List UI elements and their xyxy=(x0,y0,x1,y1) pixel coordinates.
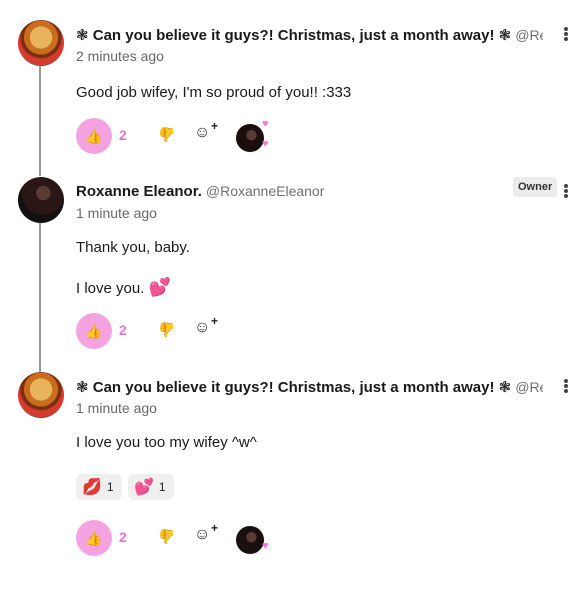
thumbs-down-icon[interactable]: 👍 xyxy=(158,528,175,545)
comment-header: ❃ Can you believe it guys?! Christmas, j… xyxy=(76,26,543,46)
reaction-count: 1 xyxy=(158,480,166,494)
comment-text: I love you. 💕 xyxy=(76,277,171,297)
like-button[interactable]: 👍 xyxy=(76,313,112,349)
comment: ❃ Can you believe it guys?! Christmas, j… xyxy=(0,372,579,568)
owner-badge: Owner xyxy=(513,177,558,197)
author-handle[interactable]: @Re... xyxy=(515,379,543,395)
more-options-icon[interactable] xyxy=(563,24,569,44)
comment-text: Thank you, baby. xyxy=(76,239,190,256)
author-handle[interactable]: @RoxanneEleanor xyxy=(206,183,325,199)
reaction-count: 1 xyxy=(106,480,114,494)
add-reaction-icon[interactable]: ☺ + xyxy=(194,521,218,548)
comment: ❃ Can you believe it guys?! Christmas, j… xyxy=(0,20,579,166)
comment-text: I love you too my wifey ^w^ xyxy=(76,434,257,451)
more-options-icon[interactable] xyxy=(563,376,569,396)
thumbs-down-icon[interactable]: 👍 xyxy=(158,321,175,338)
author-name[interactable]: Roxanne Eleanor. xyxy=(76,183,202,200)
comment-text: Good job wifey, I'm so proud of you!! :3… xyxy=(76,84,352,101)
thumbs-up-icon: 👍 xyxy=(85,127,103,144)
comment-header: ❃ Can you believe it guys?! Christmas, j… xyxy=(76,378,543,398)
comment-actions: 👍 2 👍 ☺ + xyxy=(76,313,236,349)
heart-icon: ♥ xyxy=(262,118,269,130)
like-button[interactable]: 👍 xyxy=(76,520,112,556)
avatar[interactable] xyxy=(18,20,64,66)
author-handle[interactable]: @Re... xyxy=(515,27,543,43)
timestamp[interactable]: 1 minute ago xyxy=(76,400,157,416)
timestamp[interactable]: 2 minutes ago xyxy=(76,48,164,64)
author-name[interactable]: ❃ Can you believe it guys?! Christmas, j… xyxy=(76,379,511,396)
heart-icon: ♥ xyxy=(262,540,269,552)
avatar[interactable] xyxy=(18,372,64,418)
add-reaction-icon[interactable]: ☺ + xyxy=(194,314,218,341)
comment-actions: 👍 2 👍 ☺ + ♥ ♥ xyxy=(76,118,296,154)
comment-header: Roxanne Eleanor. @RoxanneEleanor xyxy=(76,183,499,203)
timestamp[interactable]: 1 minute ago xyxy=(76,205,157,221)
kiss-emoji: 💋 xyxy=(82,479,102,496)
like-count: 2 xyxy=(119,127,127,143)
two-hearts-emoji: 💕 xyxy=(134,479,154,496)
reaction-chip-hearts[interactable]: 💕 1 xyxy=(128,474,174,500)
like-count: 2 xyxy=(119,529,127,545)
heart-icon: ♥ xyxy=(262,138,269,150)
thumbs-up-icon: 👍 xyxy=(85,529,103,546)
avatar[interactable] xyxy=(18,177,64,223)
comment-actions: 👍 2 👍 ☺ + ♥ xyxy=(76,520,296,556)
author-name[interactable]: ❃ Can you believe it guys?! Christmas, j… xyxy=(76,27,511,44)
thumbs-up-icon: 👍 xyxy=(85,322,103,339)
two-hearts-emoji: 💕 xyxy=(148,277,171,297)
like-button[interactable]: 👍 xyxy=(76,118,112,154)
add-reaction-icon[interactable]: ☺ + xyxy=(194,119,218,146)
reaction-chip-kiss[interactable]: 💋 1 xyxy=(76,474,122,500)
comment: Roxanne Eleanor. @RoxanneEleanor Owner 1 … xyxy=(0,177,579,353)
thumbs-down-icon[interactable]: 👍 xyxy=(158,126,175,143)
more-options-icon[interactable] xyxy=(563,181,569,201)
like-count: 2 xyxy=(119,322,127,338)
